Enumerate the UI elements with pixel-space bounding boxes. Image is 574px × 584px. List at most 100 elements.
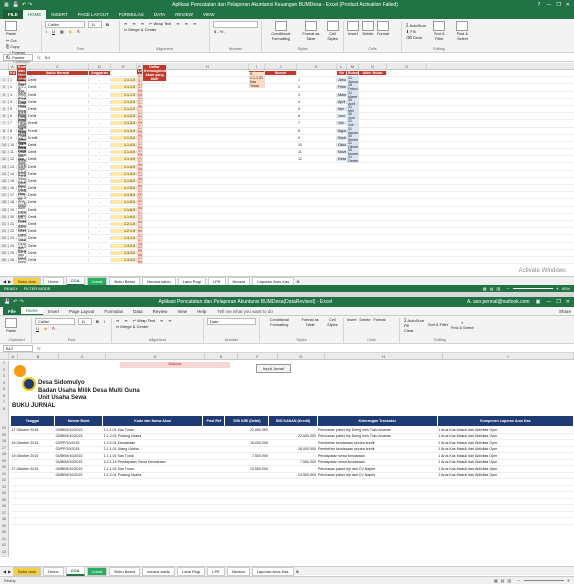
column-header-m[interactable]: M xyxy=(347,63,359,69)
number-format-buttons[interactable]: $ - % , xyxy=(213,29,227,34)
cell[interactable]: 20 xyxy=(9,214,17,219)
cell[interactable]: Debit xyxy=(27,85,89,90)
cell[interactable] xyxy=(54,517,103,525)
underline-button[interactable]: U xyxy=(35,326,40,331)
cell[interactable]: Debit xyxy=(27,150,89,155)
cell[interactable]: 31 Desember xyxy=(347,155,359,164)
number-format-select[interactable] xyxy=(213,21,258,28)
font-size-select[interactable]: 11 xyxy=(88,21,102,28)
cell[interactable]: - xyxy=(89,243,111,248)
column-header-n[interactable]: N xyxy=(359,63,387,69)
font-color-icon[interactable]: A xyxy=(76,29,81,34)
align-right-icon[interactable]: ≡ xyxy=(192,21,197,26)
cell[interactable]: 17 xyxy=(9,193,17,198)
cell[interactable]: 11 xyxy=(9,150,17,155)
wrap-text-button[interactable]: ↩ Wrap Text xyxy=(132,318,156,323)
format-button[interactable]: Format xyxy=(373,318,385,323)
scroll-right-icon[interactable]: ▶ xyxy=(8,569,11,574)
font-color-icon[interactable]: A xyxy=(51,326,56,331)
cell[interactable]: Debit xyxy=(27,207,89,212)
cell[interactable]: - xyxy=(89,135,111,140)
cell[interactable]: - xyxy=(89,193,111,198)
row-number[interactable]: 1 xyxy=(0,78,9,83)
page-layout-icon[interactable]: ▤ xyxy=(490,286,494,291)
row-number[interactable]: 15 xyxy=(0,178,9,183)
column-header-a[interactable]: A xyxy=(9,353,18,359)
cell[interactable]: 9 xyxy=(297,135,337,140)
cell[interactable]: 1.1.2.0 xyxy=(111,114,137,119)
minimize-icon[interactable]: — xyxy=(546,2,551,8)
cell[interactable]: April xyxy=(337,99,347,104)
name-box[interactable]: B1 xyxy=(3,53,33,61)
cell[interactable]: Kredit xyxy=(27,121,89,126)
row-number[interactable]: 11 xyxy=(0,150,9,155)
cell[interactable]: - xyxy=(89,128,111,133)
align-middle-icon[interactable]: ≡ xyxy=(123,318,128,323)
cell[interactable]: Debit xyxy=(27,243,89,248)
sheet-tab-coa[interactable]: COA xyxy=(65,566,85,576)
row-number[interactable]: 8 xyxy=(0,128,9,133)
cell[interactable]: Oktober xyxy=(337,142,347,147)
bold-button[interactable]: B xyxy=(105,22,110,27)
column-header-i[interactable]: I xyxy=(249,63,265,69)
cell[interactable]: 8 xyxy=(9,128,17,133)
sheet-tab-buku-besar[interactable]: Buku Besar xyxy=(109,566,141,576)
format-as-table-button[interactable]: Format as Table xyxy=(300,21,323,41)
cell[interactable]: 10 xyxy=(297,142,337,147)
cell[interactable]: - xyxy=(89,200,111,205)
save-icon[interactable]: 💾 xyxy=(4,299,10,305)
cell[interactable]: 1.3.4.01 Kendaraan xyxy=(137,255,143,264)
cell[interactable]: September xyxy=(337,135,347,140)
cell[interactable]: 1.1.6.9 xyxy=(111,207,137,212)
cell[interactable]: - xyxy=(89,186,111,191)
cell[interactable]: - xyxy=(89,121,111,126)
input-jurnal-button[interactable]: Input Jurnal xyxy=(256,364,291,373)
italic-button[interactable]: I xyxy=(45,29,48,34)
cell[interactable]: - xyxy=(89,99,111,104)
align-bottom-icon[interactable]: ≡ xyxy=(140,21,145,26)
cell[interactable]: Debit xyxy=(27,78,89,83)
cell[interactable]: Februari xyxy=(337,85,347,90)
number-format-select[interactable]: Date xyxy=(207,318,256,325)
cell[interactable]: Debit xyxy=(27,171,89,176)
cell[interactable]: - xyxy=(89,236,111,241)
cell[interactable]: 26 xyxy=(9,257,17,262)
tab-view[interactable]: View xyxy=(172,307,192,315)
cell[interactable]: - xyxy=(89,229,111,234)
zoom-in-icon[interactable]: + xyxy=(567,578,570,583)
cell[interactable]: - xyxy=(89,164,111,169)
help-icon[interactable]: ? xyxy=(538,2,541,8)
sheet-tab-neraca[interactable]: Neraca xyxy=(226,566,250,576)
column-header-d[interactable]: D xyxy=(89,63,111,69)
cell[interactable] xyxy=(224,517,269,525)
cell[interactable]: Maret xyxy=(337,92,347,97)
cell[interactable]: 1.3.4.0 xyxy=(111,257,137,262)
cell[interactable]: Debit xyxy=(27,236,89,241)
row-number[interactable]: 23 xyxy=(0,236,9,241)
column-header-h[interactable]: H xyxy=(167,63,249,69)
cell[interactable]: - xyxy=(89,157,111,162)
delete-button[interactable]: Delete xyxy=(362,21,374,37)
close-icon[interactable]: ✕ xyxy=(566,299,570,305)
cell[interactable]: 0: 1.1.1.01 Kas Tunai xyxy=(249,72,265,89)
cell[interactable]: 1 xyxy=(297,78,337,83)
scroll-left-icon[interactable]: ◀ xyxy=(3,279,6,284)
column-header-f[interactable]: F xyxy=(238,353,278,359)
row-number[interactable]: 5 xyxy=(0,107,9,112)
close-icon[interactable]: ✕ xyxy=(566,2,570,8)
tab-review[interactable]: Review xyxy=(148,307,173,315)
border-icon[interactable]: ▦ xyxy=(59,29,65,34)
cell[interactable]: 1.1.1.0 xyxy=(111,85,137,90)
font-size-select[interactable]: 11 xyxy=(78,318,92,325)
cell[interactable]: 1.1.1.0 xyxy=(111,92,137,97)
cell[interactable]: Debit xyxy=(27,200,89,205)
normal-view-icon[interactable]: ▦ xyxy=(483,286,487,291)
zoom-level[interactable]: 85% xyxy=(562,286,570,291)
cell[interactable]: 12 xyxy=(297,157,337,162)
cell[interactable]: 7 xyxy=(297,121,337,126)
cell[interactable] xyxy=(317,517,438,525)
add-sheet-icon[interactable]: ⊕ xyxy=(296,569,299,574)
cell[interactable]: 1.2.1.0 xyxy=(111,222,137,227)
cell[interactable]: 1.1.5.0 xyxy=(111,193,137,198)
cell[interactable] xyxy=(437,517,574,525)
